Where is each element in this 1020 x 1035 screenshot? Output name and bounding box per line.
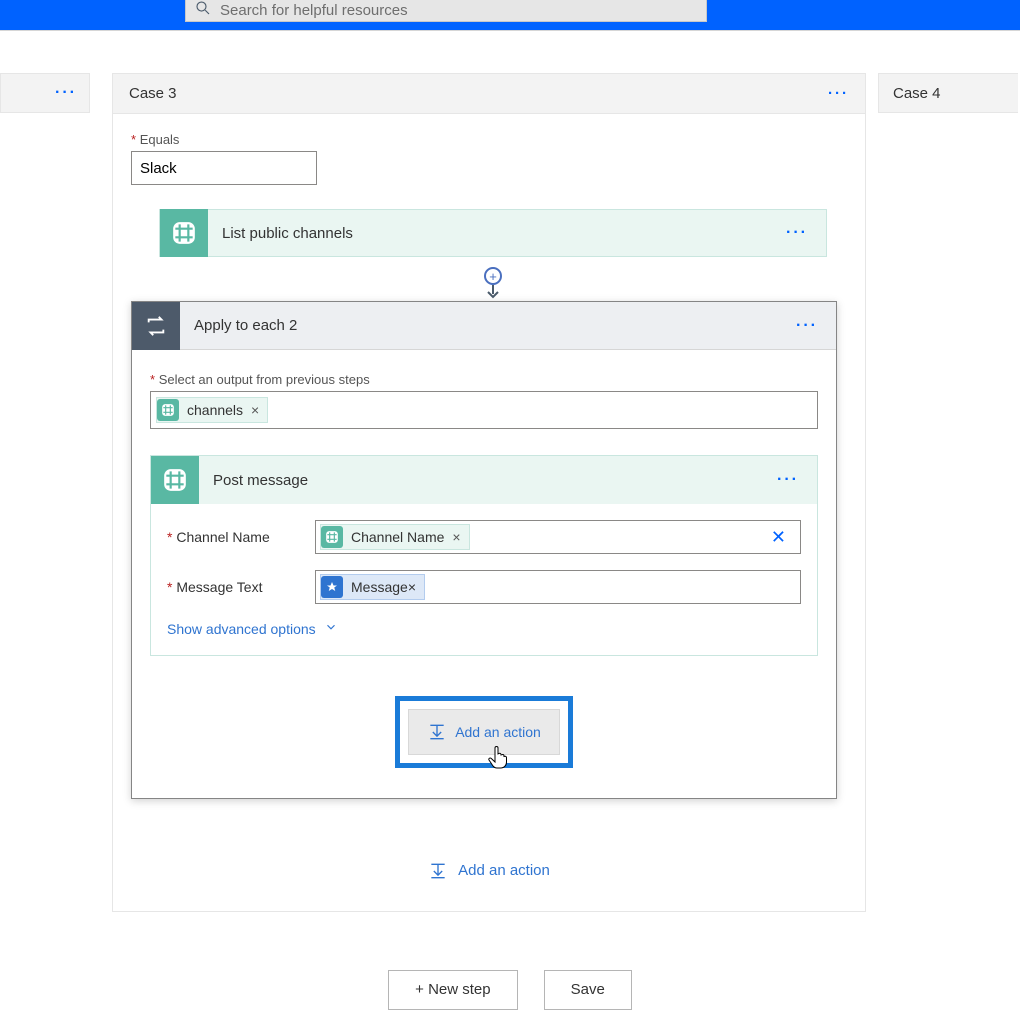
equals-label: * Equals <box>131 132 847 147</box>
dynamic-content-icon <box>321 576 343 598</box>
select-output-label: * Select an output from previous steps <box>150 372 818 387</box>
remove-token-icon[interactable]: × <box>452 529 460 545</box>
ellipsis-icon[interactable]: ··· <box>55 84 77 102</box>
loop-icon <box>132 302 180 350</box>
post-message-title: Post message <box>213 472 308 489</box>
step-list-title: List public channels <box>222 225 353 242</box>
add-action-button[interactable]: Add an action <box>408 709 560 755</box>
search-placeholder: Search for helpful resources <box>220 2 408 19</box>
case-4-title: Case 4 <box>893 85 941 102</box>
step-list-channels[interactable]: List public channels ··· <box>159 209 827 257</box>
clear-field-icon[interactable]: ✕ <box>771 527 786 548</box>
remove-token-icon[interactable]: × <box>251 402 259 418</box>
apply-to-each-card: Apply to each 2 ··· * Select an output f… <box>131 301 837 799</box>
footer-actions: + New step Save <box>0 970 1020 1010</box>
add-action-highlight: Add an action <box>395 696 573 768</box>
divider <box>0 30 1020 31</box>
message-text-label: * Message Text <box>167 579 315 595</box>
top-nav-bar: Search for helpful resources <box>0 0 1020 30</box>
slack-connector-icon <box>151 456 199 504</box>
add-action-link[interactable]: Add an action <box>131 861 847 881</box>
channel-name-label: * Channel Name <box>167 529 315 545</box>
previous-case-panel[interactable]: ··· <box>0 73 90 113</box>
show-advanced-options-link[interactable]: Show advanced options <box>167 620 338 637</box>
post-message-menu-icon[interactable]: ··· <box>777 471 799 489</box>
case-3-header[interactable]: Case 3 ··· <box>113 74 865 114</box>
post-message-card: Post message ··· * Channel Name <box>150 455 818 656</box>
slack-connector-icon <box>160 209 208 257</box>
step-list-menu-icon[interactable]: ··· <box>786 224 808 242</box>
post-message-header[interactable]: Post message ··· <box>151 456 817 504</box>
slack-mini-icon <box>157 399 179 421</box>
save-button[interactable]: Save <box>544 970 632 1010</box>
equals-input[interactable] <box>131 151 317 185</box>
apply-to-each-title: Apply to each 2 <box>194 317 297 334</box>
connector-line: + <box>159 257 827 299</box>
remove-token-icon[interactable]: × <box>408 579 416 595</box>
message-text-input[interactable]: Message × <box>315 570 801 604</box>
cursor-hand-icon <box>488 745 508 774</box>
case-3-title: Case 3 <box>129 85 177 102</box>
insert-step-icon[interactable]: + <box>484 267 502 285</box>
apply-to-each-header[interactable]: Apply to each 2 ··· <box>132 302 836 350</box>
arrow-down-icon <box>485 285 501 304</box>
channel-name-input[interactable]: Channel Name × ✕ <box>315 520 801 554</box>
chevron-down-icon <box>324 620 338 637</box>
channels-token[interactable]: channels × <box>156 397 268 423</box>
search-box[interactable]: Search for helpful resources <box>185 0 707 22</box>
channel-name-token[interactable]: Channel Name × <box>320 524 470 550</box>
case-4-panel[interactable]: Case 4 <box>878 73 1018 113</box>
select-output-input[interactable]: channels × <box>150 391 818 429</box>
case-3-menu-icon[interactable]: ··· <box>828 85 849 102</box>
slack-mini-icon <box>321 526 343 548</box>
case-3-panel: Case 3 ··· * Equals List public channels <box>112 73 866 912</box>
message-token[interactable]: Message × <box>320 574 425 600</box>
new-step-button[interactable]: + New step <box>388 970 517 1010</box>
search-icon <box>194 0 212 22</box>
switch-cases-row: ··· Case 3 ··· * Equals <box>0 73 1020 912</box>
apply-menu-icon[interactable]: ··· <box>796 317 818 335</box>
